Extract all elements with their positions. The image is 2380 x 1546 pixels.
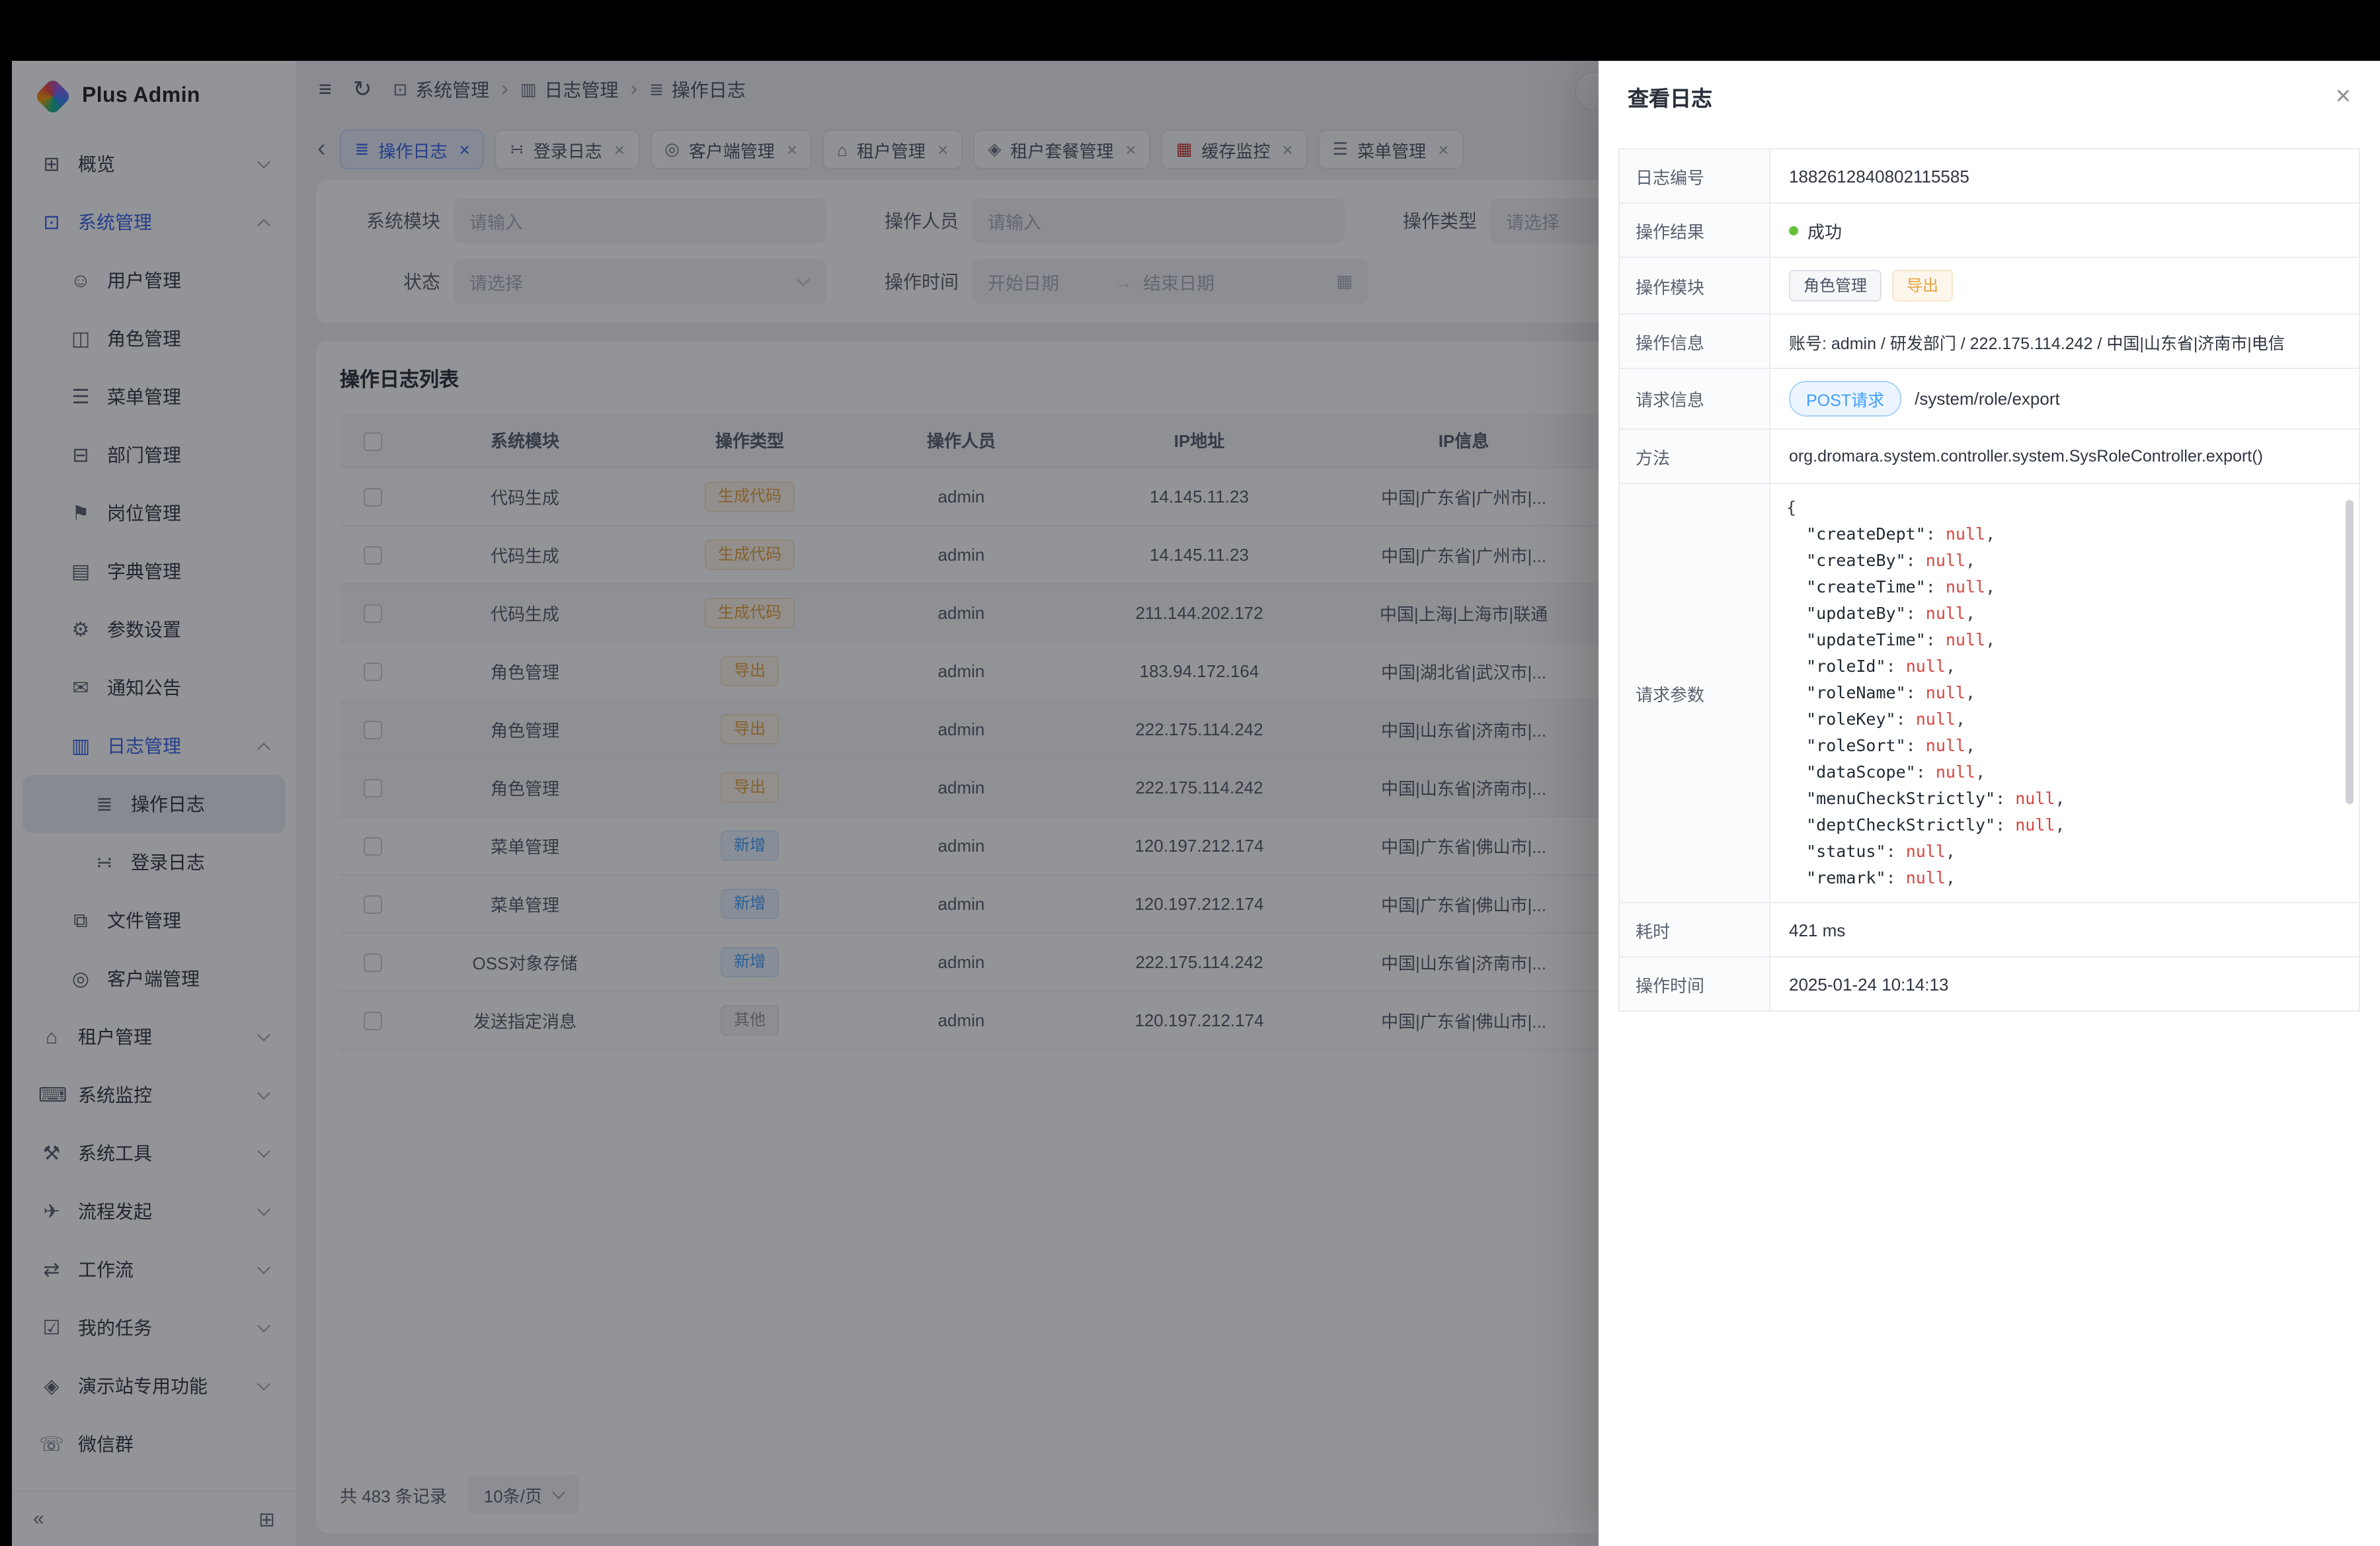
json-line: "roleId": null, xyxy=(1786,653,2348,680)
detail-row-log-id: 日志编号 1882612840802115585 xyxy=(1620,149,2359,204)
json-line: "roleSort": null, xyxy=(1786,733,2348,759)
success-dot-icon xyxy=(1789,225,1798,235)
close-drawer-icon[interactable]: × xyxy=(2336,83,2351,110)
json-line: "createDept": null, xyxy=(1786,521,2348,548)
json-line: "roleKey": null, xyxy=(1786,706,2348,733)
operation-time-value: 2025-01-24 10:14:13 xyxy=(1770,957,2359,1010)
drawer-title: 查看日志 xyxy=(1628,81,1712,112)
detail-row-result: 操作结果 成功 xyxy=(1620,204,2359,258)
detail-label: 操作时间 xyxy=(1620,957,1770,1010)
duration-value: 421 ms xyxy=(1770,903,2359,956)
module-tags: 角色管理导出 xyxy=(1770,258,2359,313)
module-tag: 角色管理 xyxy=(1789,270,1882,302)
view-log-drawer: 查看日志 × 日志编号 1882612840802115585 操作结果 成功 xyxy=(1599,61,2380,1546)
drawer-body: 日志编号 1882612840802115585 操作结果 成功 操作模块 角色… xyxy=(1599,132,2380,1546)
json-line: "status": null, xyxy=(1786,838,2348,865)
json-line: "deptCheckStrictly": null, xyxy=(1786,812,2348,838)
detail-label: 请求参数 xyxy=(1620,484,1770,902)
detail-label: 操作结果 xyxy=(1620,204,1770,257)
request-params-value: { "createDept": null, "createBy": null, … xyxy=(1770,484,2359,902)
detail-row-time: 操作时间 2025-01-24 10:14:13 xyxy=(1620,957,2359,1010)
json-line: "updateTime": null, xyxy=(1786,627,2348,653)
result-text: 成功 xyxy=(1807,218,1842,243)
detail-row-params: 请求参数 { "createDept": null, "createBy": n… xyxy=(1620,484,2359,903)
detail-label: 耗时 xyxy=(1620,903,1770,956)
operation-info-value: 账号: admin / 研发部门 / 222.175.114.242 / 中国|… xyxy=(1770,315,2359,368)
json-code-block: { "createDept": null, "createBy": null, … xyxy=(1786,489,2348,897)
method-value: org.dromara.system.controller.system.Sys… xyxy=(1770,430,2359,483)
screen: Plus Admin ⊞概览⊡系统管理☺用户管理◫角色管理☰菜单管理⊟部门管理⚑… xyxy=(0,0,2380,1546)
detail-label: 日志编号 xyxy=(1620,149,1770,202)
detail-label: 方法 xyxy=(1620,430,1770,483)
json-line: "createBy": null, xyxy=(1786,548,2348,574)
json-line: "dataScope": null, xyxy=(1786,759,2348,786)
detail-label: 操作信息 xyxy=(1620,315,1770,368)
json-line: "roleName": null, xyxy=(1786,680,2348,706)
detail-row-module: 操作模块 角色管理导出 xyxy=(1620,258,2359,315)
json-line: "menuCheckStrictly": null, xyxy=(1786,786,2348,812)
json-line: "createTime": null, xyxy=(1786,574,2348,600)
detail-row-info: 操作信息 账号: admin / 研发部门 / 222.175.114.242 … xyxy=(1620,315,2359,369)
request-url: /system/role/export xyxy=(1915,389,2060,409)
drawer-header: 查看日志 × xyxy=(1599,61,2380,132)
json-line: { xyxy=(1786,495,2348,521)
scrollbar-thumb[interactable] xyxy=(2346,500,2354,804)
result-value: 成功 xyxy=(1770,204,2359,257)
detail-row-duration: 耗时 421 ms xyxy=(1620,903,2359,957)
post-method-tag: POST请求 xyxy=(1789,381,1901,417)
request-info-value: POST请求 /system/role/export xyxy=(1770,369,2359,428)
detail-label: 操作模块 xyxy=(1620,258,1770,313)
json-line: "updateBy": null, xyxy=(1786,600,2348,627)
detail-row-request: 请求信息 POST请求 /system/role/export xyxy=(1620,369,2359,430)
detail-row-method: 方法 org.dromara.system.controller.system.… xyxy=(1620,430,2359,484)
app-window: Plus Admin ⊞概览⊡系统管理☺用户管理◫角色管理☰菜单管理⊟部门管理⚑… xyxy=(12,61,2380,1546)
log-id-value: 1882612840802115585 xyxy=(1770,149,2359,202)
detail-label: 请求信息 xyxy=(1620,369,1770,428)
log-detail-table: 日志编号 1882612840802115585 操作结果 成功 操作模块 角色… xyxy=(1618,148,2360,1012)
json-line: "remark": null, xyxy=(1786,865,2348,891)
module-tag: 导出 xyxy=(1892,270,1953,302)
